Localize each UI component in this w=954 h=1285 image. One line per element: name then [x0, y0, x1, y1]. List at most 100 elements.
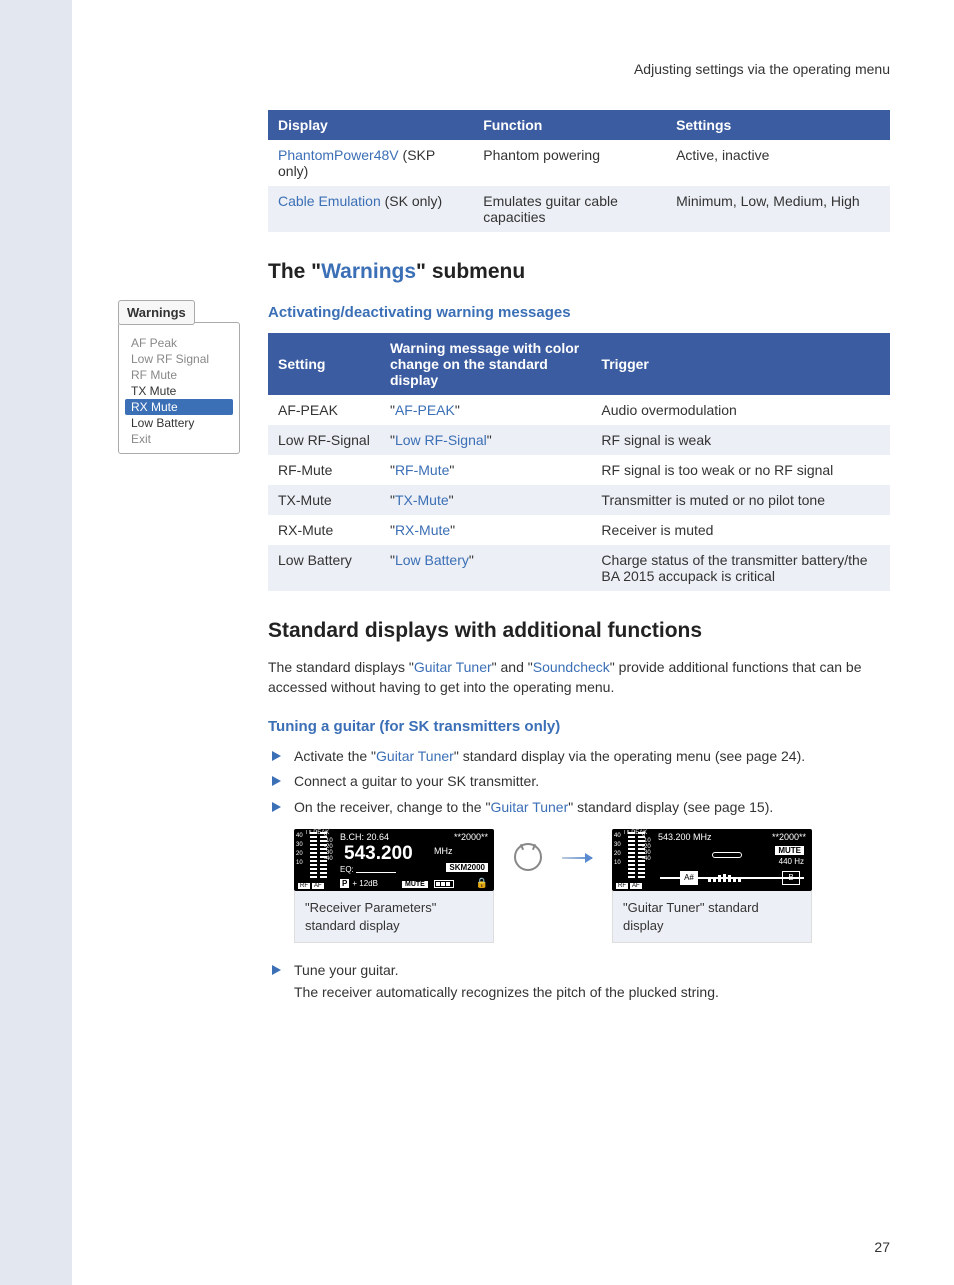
- heading-standard-displays: Standard displays with additional functi…: [268, 619, 890, 643]
- li-text: Activate the ": [294, 748, 376, 764]
- table-row: AF-PEAK "AF-PEAK" Audio overmodulation: [268, 395, 890, 425]
- lcd-gain: P+ 12dB: [340, 879, 378, 888]
- p-text: The standard displays ": [268, 659, 414, 675]
- lcd-mute: MUTE: [775, 846, 804, 855]
- sidebox-list: AF Peak Low RF Signal RF Mute TX Mute RX…: [118, 322, 240, 454]
- lcd-caption: "Guitar Tuner" standard display: [612, 891, 812, 943]
- cell-text: Charge status of the transmitter battery…: [591, 545, 890, 591]
- list-item: Tune your guitar. The receiver automatic…: [268, 961, 890, 1002]
- lcd-caption: "Receiver Parameters" standard display: [294, 891, 494, 943]
- cell-link: AF-PEAK: [395, 402, 455, 418]
- cell-text: AF-PEAK: [268, 395, 380, 425]
- lcd-tx-name: SKM2000: [446, 863, 488, 872]
- lcd-mhz: MHz: [434, 846, 453, 856]
- page-number: 27: [874, 1239, 890, 1255]
- sidebox-item: Exit: [119, 431, 239, 447]
- sidebox-item: Low RF Signal: [119, 351, 239, 367]
- cell-link: Low Battery: [395, 552, 469, 568]
- table-warnings: Setting Warning message with color chang…: [268, 333, 890, 591]
- h-text: The ": [268, 260, 321, 283]
- sidebox-item: TX Mute: [119, 383, 239, 399]
- th-setting: Setting: [268, 333, 380, 395]
- cell-text: RF-Mute: [268, 455, 380, 485]
- li-text-blue: Guitar Tuner: [376, 748, 454, 764]
- paragraph: The standard displays "Guitar Tuner" and…: [268, 657, 890, 698]
- display-comparison-row: 40 30 20 10 I II PEAK 0 -10 -20 -30 -40 …: [294, 829, 890, 943]
- cell-link: TX-Mute: [395, 492, 449, 508]
- th-warning: Warning message with color change on the…: [380, 333, 591, 395]
- li-subtext: The receiver automatically recognizes th…: [294, 983, 890, 1003]
- cell-text: Active, inactive: [666, 140, 890, 186]
- cell-text: Low Battery: [268, 545, 380, 591]
- sidebox-item-highlighted: RX Mute: [125, 399, 233, 415]
- lcd-mute: MUTE: [402, 881, 428, 888]
- lcd-frequency: 543.200: [344, 843, 413, 865]
- arrow-right-icon: [562, 857, 592, 859]
- lcd-guitar-tuner: 40 30 20 10 I II PEAK 0 -10 -20 -30 -40 …: [612, 829, 812, 891]
- left-margin-bar: [0, 0, 72, 1285]
- lcd-bank-ch: B.CH: 20.64: [340, 832, 389, 842]
- lcd-rf-af: RFAF: [298, 883, 326, 889]
- subheading-activating: Activating/deactivating warning messages: [268, 304, 890, 321]
- p-text-blue: Soundcheck: [533, 659, 610, 675]
- cell-text: RX-Mute: [268, 515, 380, 545]
- cell-link: PhantomPower48V: [278, 147, 399, 163]
- th-trigger: Trigger: [591, 333, 890, 395]
- lock-icon: 🔒: [476, 878, 488, 889]
- list-item: Activate the "Guitar Tuner" standard dis…: [268, 747, 890, 767]
- li-text-blue: Guitar Tuner: [490, 799, 568, 815]
- warnings-sidebox: Warnings AF Peak Low RF Signal RF Mute T…: [118, 300, 240, 454]
- jog-dial-icon: [514, 843, 542, 871]
- p-text-blue: Guitar Tuner: [414, 659, 492, 675]
- list-item: On the receiver, change to the "Guitar T…: [268, 798, 890, 818]
- cell-text: RF signal is too weak or no RF signal: [591, 455, 890, 485]
- lcd-scale2: 0 -10 -20 -30 -40: [324, 832, 333, 862]
- instruction-list: Activate the "Guitar Tuner" standard dis…: [268, 747, 890, 818]
- lcd-model: **2000**: [454, 832, 488, 842]
- table-row: RF-Mute "RF-Mute" RF signal is too weak …: [268, 455, 890, 485]
- cell-text: RF signal is weak: [591, 425, 890, 455]
- lcd-rf-af: RFAF: [616, 883, 644, 889]
- page-header: Adjusting settings via the operating men…: [634, 61, 890, 77]
- list-item: Connect a guitar to your SK transmitter.: [268, 772, 890, 792]
- cell-text: Transmitter is muted or no pilot tone: [591, 485, 890, 515]
- sidebox-item: AF Peak: [119, 335, 239, 351]
- table-row: TX-Mute "TX-Mute" Transmitter is muted o…: [268, 485, 890, 515]
- th-display: Display: [268, 110, 473, 140]
- cell-link: RF-Mute: [395, 462, 449, 478]
- lcd-frequency: 543.200 MHz: [658, 832, 712, 842]
- li-text: " standard display (see page 15).: [568, 799, 773, 815]
- li-text: On the receiver, change to the ": [294, 799, 490, 815]
- cell-link: RX-Mute: [395, 522, 450, 538]
- heading-warnings-submenu: The "Warnings" submenu: [268, 260, 890, 284]
- sidebox-item: Low Battery: [119, 415, 239, 431]
- guitar-plug-icon: [712, 846, 746, 864]
- th-function: Function: [473, 110, 666, 140]
- lcd-model: **2000**: [772, 832, 806, 842]
- battery-icon: [434, 880, 454, 888]
- table-row: PhantomPower48V (SKP only) Phantom power…: [268, 140, 890, 186]
- h-text: " submenu: [416, 260, 525, 283]
- cell-link: Low RF-Signal: [395, 432, 487, 448]
- table-row: Low RF-Signal "Low RF-Signal" RF signal …: [268, 425, 890, 455]
- tuner-note: A#: [680, 871, 698, 885]
- lcd-ref-hz: 440 Hz: [779, 857, 804, 866]
- instruction-list: Tune your guitar. The receiver automatic…: [268, 961, 890, 1002]
- cell-link: Cable Emulation: [278, 193, 381, 209]
- th-settings: Settings: [666, 110, 890, 140]
- p-text: " and ": [492, 659, 533, 675]
- main-content: Display Function Settings PhantomPower48…: [268, 110, 890, 1015]
- lcd-eq: EQ:: [340, 865, 396, 874]
- cell-text: Receiver is muted: [591, 515, 890, 545]
- display-box-receiver: 40 30 20 10 I II PEAK 0 -10 -20 -30 -40 …: [294, 829, 494, 943]
- table-row: Cable Emulation (SK only) Emulates guita…: [268, 186, 890, 232]
- cell-text: Phantom powering: [473, 140, 666, 186]
- tuner-bar: A# B: [660, 871, 804, 885]
- li-text: Tune your guitar.: [294, 962, 399, 978]
- cell-text: Emulates guitar cable capacities: [473, 186, 666, 232]
- table-row: RX-Mute "RX-Mute" Receiver is muted: [268, 515, 890, 545]
- table-row: Low Battery "Low Battery" Charge status …: [268, 545, 890, 591]
- cell-text: TX-Mute: [268, 485, 380, 515]
- cell-text: Audio overmodulation: [591, 395, 890, 425]
- li-text: " standard display via the operating men…: [454, 748, 805, 764]
